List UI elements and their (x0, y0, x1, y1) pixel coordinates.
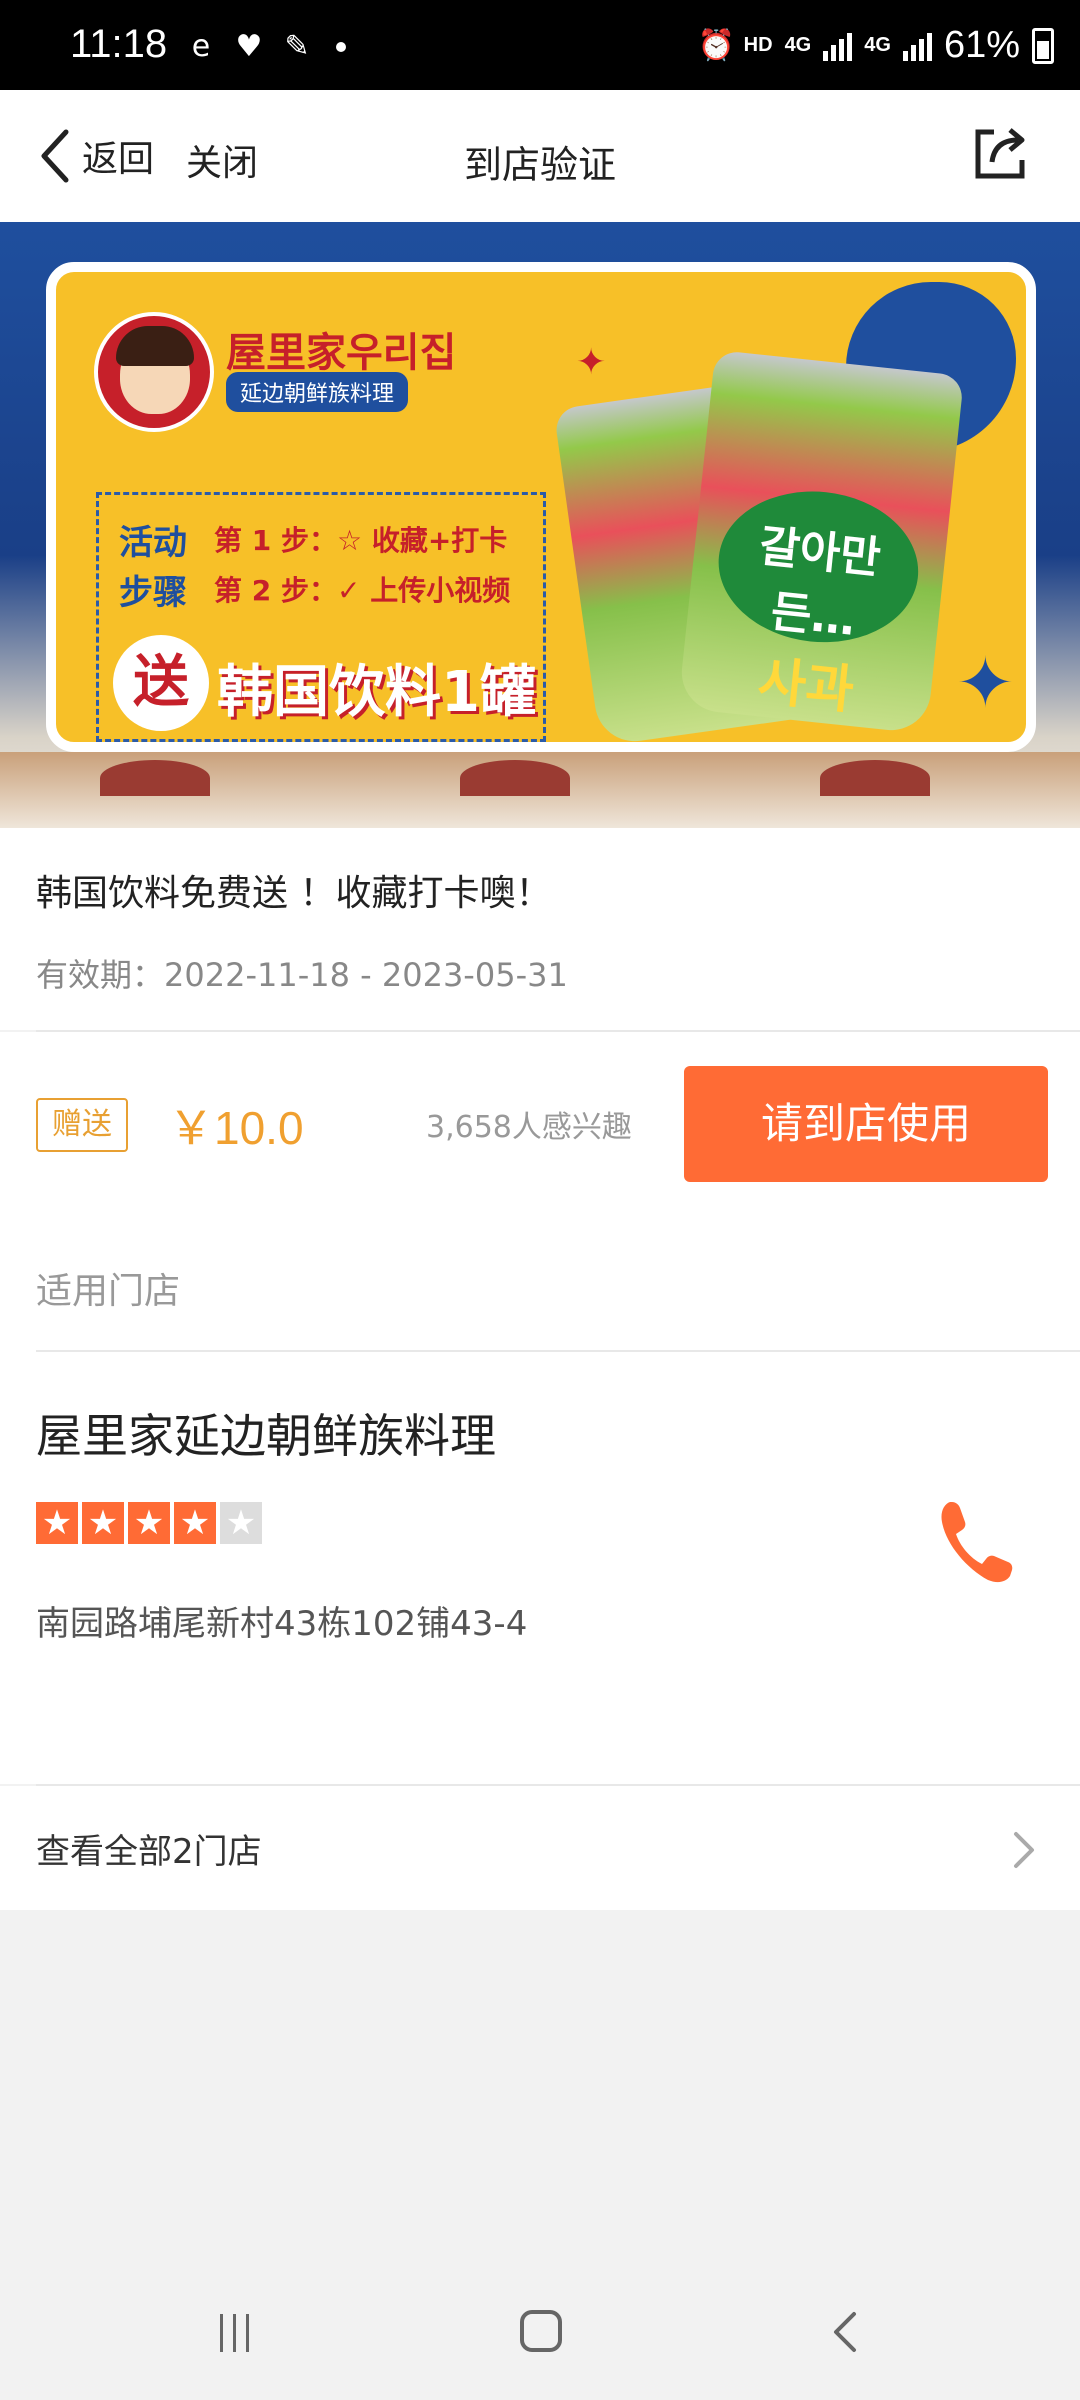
view-all-stores-row[interactable]: 查看全部2门店 (0, 1786, 1080, 1910)
drink-can: 갈아만든… 사과 (677, 349, 965, 735)
network-4g-label-2: 4G (864, 34, 891, 56)
health-heart-icon: ♥ (235, 29, 263, 64)
star-icon: ★ (128, 1502, 170, 1544)
gift-text: 韩国饮料1罐 (217, 660, 536, 725)
star-empty-icon: ★ (220, 1502, 262, 1544)
status-right: ⏰ HD 4G 4G 61% (698, 24, 1054, 67)
applicable-stores-header: 适用门店 (0, 1222, 1080, 1352)
battery-percent: 61% (943, 24, 1020, 66)
interest-count: 3,658人感兴趣 (426, 1110, 632, 1145)
price-section: 赠送 ￥10.0 3,658人感兴趣 请到店使用 (0, 1032, 1080, 1222)
battery-icon (1032, 27, 1054, 64)
system-nav-bar (0, 2260, 1080, 2400)
share-icon[interactable] (972, 124, 1030, 182)
use-in-store-button[interactable]: 请到店使用 (684, 1066, 1048, 1182)
status-bar: 11:18 e ♥ ✎ ⏰ HD 4G 4G 61% (0, 0, 1080, 90)
can-label: 갈아만든… 사과 (711, 481, 926, 721)
deal-title: 韩国饮料免费送 ！收藏打卡噢！ (36, 873, 552, 914)
star-icon: ★ (174, 1502, 216, 1544)
banner-palace-base (0, 752, 1080, 828)
recent-apps-button[interactable] (220, 2314, 260, 2352)
section-title: 适用门店 (36, 1271, 181, 1312)
home-button[interactable] (520, 2310, 562, 2352)
star-rating: ★ ★ ★ ★ ★ (36, 1502, 262, 1544)
sparkle-icon: ✦ (576, 342, 607, 383)
restaurant-logo (94, 312, 214, 432)
brand-subtitle: 延边朝鲜族料理 (226, 372, 409, 412)
promo-banner: 屋里家우리집 延边朝鲜族料理 ✦ ✦ 活动 步骤 第 1 步：☆ 收藏+打卡 第… (0, 222, 1080, 828)
system-back-button[interactable] (830, 2310, 860, 2354)
banner-card: 屋里家우리집 延边朝鲜族料理 ✦ ✦ 活动 步骤 第 1 步：☆ 收藏+打卡 第… (46, 262, 1036, 752)
sparkle-icon: ✦ (956, 642, 1015, 724)
hd-label: HD (743, 34, 773, 56)
step-1: 第 1 步：☆ 收藏+打卡 (214, 524, 508, 557)
e-app-icon: e (191, 29, 211, 64)
alarm-icon: ⏰ (697, 28, 736, 62)
view-all-stores-label: 查看全部2门店 (36, 1832, 262, 1872)
deal-validity: 有效期：2022-11-18 - 2023-05-31 (36, 956, 568, 994)
signal-icon-2 (902, 31, 932, 61)
star-icon: ★ (36, 1502, 78, 1544)
page-title: 到店验证 (463, 143, 616, 187)
step-2: 第 2 步：✓ 上传小视频 (214, 574, 511, 607)
activity-steps: 活动 步骤 第 1 步：☆ 收藏+打卡 第 2 步：✓ 上传小视频 送 韩国饮料… (96, 492, 546, 742)
card-icon: ✎ (284, 29, 310, 64)
title-bar: 返回 关闭 到店验证 (0, 90, 1080, 222)
step-label-1: 活动 (119, 523, 187, 563)
store-address: 南园路埔尾新村43栋102铺43-4 (36, 1604, 528, 1644)
store-card[interactable]: 屋里家延边朝鲜族料理 ★ ★ ★ ★ ★ 南园路埔尾新村43栋102铺43-4 (0, 1352, 1080, 1784)
more-notifications-dot-icon (336, 42, 346, 52)
store-name: 屋里家延边朝鲜族料理 (36, 1409, 496, 1463)
brand-name: 屋里家우리집 (226, 329, 457, 376)
chevron-right-icon (1014, 1832, 1034, 1868)
gift-badge: 赠送 (36, 1098, 128, 1152)
gift-char: 送 (113, 635, 209, 731)
step-label-2: 步骤 (119, 573, 187, 613)
price-value: ￥10.0 (168, 1102, 304, 1154)
signal-icon (823, 31, 853, 61)
status-time: 11:18 (70, 22, 168, 66)
star-icon: ★ (82, 1502, 124, 1544)
deal-info: 韩国饮料免费送 ！收藏打卡噢！ 有效期：2022-11-18 - 2023-05… (0, 828, 1080, 1030)
phone-icon[interactable] (936, 1496, 1016, 1586)
network-4g-label: 4G (784, 34, 812, 56)
status-notification-icons: e ♥ ✎ (184, 30, 346, 64)
